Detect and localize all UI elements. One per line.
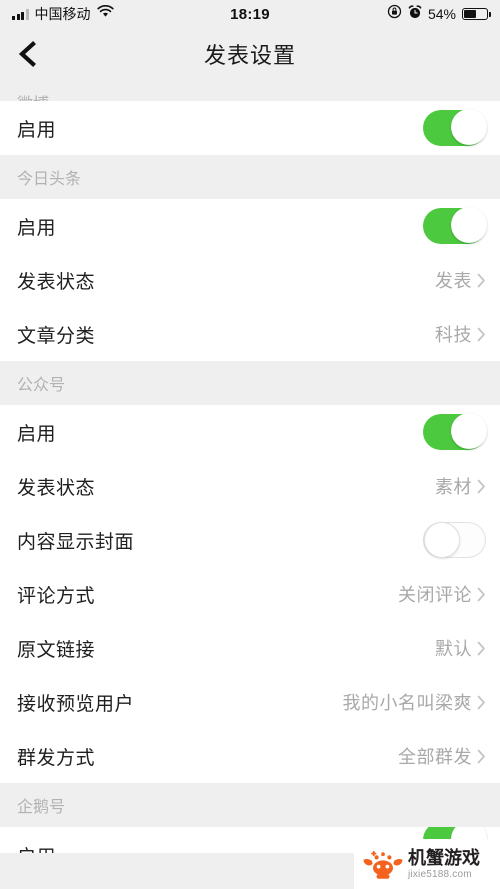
row-accessory <box>423 207 487 244</box>
row-value: 发表 <box>435 271 472 291</box>
settings-group: 启用发表状态 发表文章分类 科技 <box>0 199 500 361</box>
settings-list: 微博启用今日头条启用发表状态发表文章分类科技公众号启用发表状态素材内容显示封面评… <box>0 79 500 853</box>
battery-percent-label: 54% <box>427 6 456 22</box>
row-label: 启用 <box>17 842 56 854</box>
row-label: 评论方式 <box>17 585 96 607</box>
toggle-switch[interactable] <box>423 109 487 146</box>
settings-group: 启用 <box>0 101 500 155</box>
toggle-knob <box>451 109 487 145</box>
status-bar-right: 54% <box>387 4 491 24</box>
battery-icon <box>462 8 491 20</box>
section-header: 微博 <box>0 79 500 101</box>
section-header: 公众号 <box>0 361 500 405</box>
settings-row[interactable]: 启用 <box>0 405 500 459</box>
row-value: 关闭评论 <box>398 585 472 605</box>
chevron-right-icon <box>477 749 486 764</box>
row-value: 默认 <box>435 639 472 659</box>
settings-row[interactable]: 内容显示封面 <box>0 513 500 567</box>
section-header: 企鹅号 <box>0 783 500 827</box>
row-accessory: 默认 <box>435 635 486 661</box>
row-label: 群发方式 <box>17 747 96 769</box>
settings-row[interactable]: 启用 <box>0 101 500 155</box>
row-label: 内容显示封面 <box>17 531 135 553</box>
toggle-switch[interactable] <box>423 413 487 450</box>
row-value: 科技 <box>435 325 472 345</box>
toggle-knob <box>451 413 487 449</box>
chevron-left-icon <box>16 40 38 68</box>
watermark-text: 机蟹游戏 jixie5188.com <box>408 849 480 880</box>
row-label: 启用 <box>17 423 57 445</box>
navigation-bar: 发表设置 <box>0 28 500 79</box>
row-accessory: 全部群发 <box>398 743 486 769</box>
settings-row[interactable]: 评论方式 关闭评论 <box>0 567 500 621</box>
chevron-right-icon <box>477 695 486 710</box>
row-accessory: 发表 <box>435 267 486 293</box>
alarm-clock-icon <box>408 4 422 24</box>
row-accessory <box>423 522 486 558</box>
watermark-title: 机蟹游戏 <box>408 847 480 868</box>
row-accessory: 素材 <box>435 473 486 499</box>
watermark: 机蟹游戏 jixie5188.com <box>354 839 500 889</box>
toggle-switch[interactable] <box>423 207 487 244</box>
settings-group: 启用发表状态 素材内容显示封面 评论方式 关闭评论原文链接 默认接收预览用户 我的小名叫梁… <box>0 405 500 783</box>
row-accessory: 关闭评论 <box>398 581 486 607</box>
section-header: 今日头条 <box>0 155 500 199</box>
row-accessory <box>423 109 487 146</box>
toggle-knob <box>451 207 487 243</box>
row-accessory <box>423 413 487 450</box>
settings-row[interactable]: 发表状态 发表 <box>0 253 500 307</box>
settings-row[interactable]: 发表状态 素材 <box>0 459 500 513</box>
chevron-right-icon <box>477 587 486 602</box>
row-value: 我的小名叫梁爽 <box>342 693 472 713</box>
row-label: 启用 <box>17 217 57 239</box>
row-label: 发表状态 <box>17 477 96 499</box>
row-value: 全部群发 <box>398 747 472 767</box>
section-header-label: 今日头条 <box>17 171 82 188</box>
rotation-lock-icon <box>387 4 402 24</box>
settings-row[interactable]: 群发方式 全部群发 <box>0 729 500 783</box>
row-value: 素材 <box>435 477 472 497</box>
section-header-label: 微博 <box>17 90 49 101</box>
chevron-right-icon <box>477 641 486 656</box>
settings-row[interactable]: 启用 <box>0 199 500 253</box>
watermark-url: jixie5188.com <box>408 868 472 880</box>
row-accessory: 科技 <box>435 321 486 347</box>
chevron-right-icon <box>477 273 486 288</box>
chevron-right-icon <box>477 327 486 342</box>
row-label: 文章分类 <box>17 325 96 347</box>
section-header-label: 公众号 <box>17 377 66 394</box>
toggle-knob <box>424 522 460 558</box>
section-header-label: 企鹅号 <box>17 799 66 816</box>
page-title: 发表设置 <box>203 42 296 68</box>
settings-row[interactable]: 文章分类 科技 <box>0 307 500 361</box>
back-button[interactable] <box>0 28 54 79</box>
status-bar: 中国移动 18:19 54% <box>0 0 500 28</box>
phone-screen: 中国移动 18:19 54% 发表设置 启用 今日头条 启用 发表状态 发表 文… <box>0 0 500 889</box>
row-label: 启用 <box>17 119 57 141</box>
row-accessory: 我的小名叫梁爽 <box>343 689 487 715</box>
settings-row[interactable]: 原文链接 默认 <box>0 621 500 675</box>
crab-logo-icon <box>362 847 404 881</box>
row-label: 发表状态 <box>17 271 96 293</box>
chevron-right-icon <box>477 479 486 494</box>
row-label: 接收预览用户 <box>17 693 135 715</box>
settings-row[interactable]: 接收预览用户 我的小名叫梁爽 <box>0 675 500 729</box>
row-label: 原文链接 <box>17 639 96 661</box>
toggle-switch[interactable] <box>423 522 486 558</box>
